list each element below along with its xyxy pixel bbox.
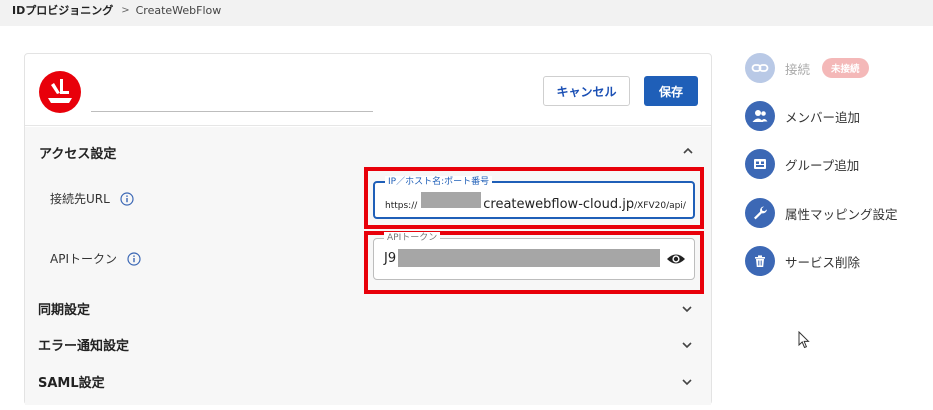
url-suffix: /XFV20/api/ — [634, 201, 686, 211]
breadcrumb-current: CreateWebFlow — [135, 4, 222, 17]
sidebar-item-label: サービス削除 — [785, 254, 861, 270]
chevron-down-icon[interactable] — [680, 338, 694, 352]
mouse-cursor-icon — [798, 331, 810, 349]
section-sync-row[interactable]: 同期設定 — [38, 299, 90, 318]
section-error-row[interactable]: エラー通知設定 — [38, 335, 129, 354]
breadcrumb-root[interactable]: IDプロビジョニング — [12, 3, 113, 19]
url-input-legend: IP／ホスト名:ポート番号 — [385, 176, 493, 188]
info-icon[interactable] — [127, 251, 141, 266]
trash-icon — [745, 246, 775, 276]
url-row-label: 接続先URL — [50, 190, 134, 207]
card-header: キャンセル 保存 — [25, 54, 711, 126]
url-domain: createwebflow-cloud.jp — [483, 197, 635, 212]
eye-icon[interactable] — [666, 252, 686, 266]
redacted-mask — [398, 249, 661, 267]
url-input[interactable]: IP／ホスト名:ポート番号 https:// createwebflow-clo… — [373, 176, 695, 219]
wrench-icon — [745, 198, 775, 228]
url-input-value: https:// createwebflow-cloud.jp /XFV20/a… — [385, 192, 686, 212]
url-prefix: https:// — [385, 201, 418, 211]
token-row-label-text: APIトークン — [50, 252, 117, 266]
sidebar-item-add-group[interactable]: グループ追加 — [745, 149, 859, 179]
service-name-input[interactable] — [91, 88, 373, 112]
redacted-mask — [421, 192, 482, 208]
top-bar: IDプロビジョニング > CreateWebFlow — [0, 0, 933, 26]
section-saml-row[interactable]: SAML設定 — [38, 372, 105, 391]
sidebar-connect-label: 接続 — [785, 61, 811, 77]
breadcrumb-separator: > — [121, 5, 130, 16]
sidebar-item-label: グループ追加 — [785, 157, 860, 173]
sidebar-item-delete-service[interactable]: サービス削除 — [745, 246, 860, 276]
sidebar-item-label: メンバー追加 — [785, 109, 861, 125]
token-input-legend: APIトークン — [384, 232, 441, 244]
members-icon — [745, 101, 775, 131]
createwebflow-logo-icon — [39, 71, 81, 113]
api-token-input[interactable]: APIトークン J9 — [373, 232, 695, 280]
url-row-label-text: 接続先URL — [50, 192, 110, 206]
save-button[interactable]: 保存 — [644, 76, 698, 106]
sidebar-item-add-member[interactable]: メンバー追加 — [745, 101, 860, 131]
info-icon[interactable] — [120, 191, 134, 206]
group-icon — [745, 149, 775, 179]
token-row-label: APIトークン — [50, 250, 141, 267]
token-prefix: J9 — [384, 250, 397, 266]
chevron-up-icon[interactable] — [681, 144, 695, 158]
token-input-value: J9 — [384, 249, 661, 267]
sidebar-item-connect[interactable]: 接続 未接続 — [745, 53, 869, 83]
sidebar-item-label: 属性マッピング設定 — [785, 206, 898, 222]
chevron-down-icon[interactable] — [680, 302, 694, 316]
breadcrumb: IDプロビジョニング > CreateWebFlow — [12, 3, 221, 19]
status-badge: 未接続 — [822, 58, 869, 78]
link-icon — [745, 53, 775, 83]
cancel-button[interactable]: キャンセル — [543, 76, 630, 106]
sidebar-item-attribute-mapping[interactable]: 属性マッピング設定 — [745, 198, 898, 228]
section-access-title[interactable]: アクセス設定 — [39, 143, 116, 162]
chevron-down-icon[interactable] — [680, 375, 694, 389]
